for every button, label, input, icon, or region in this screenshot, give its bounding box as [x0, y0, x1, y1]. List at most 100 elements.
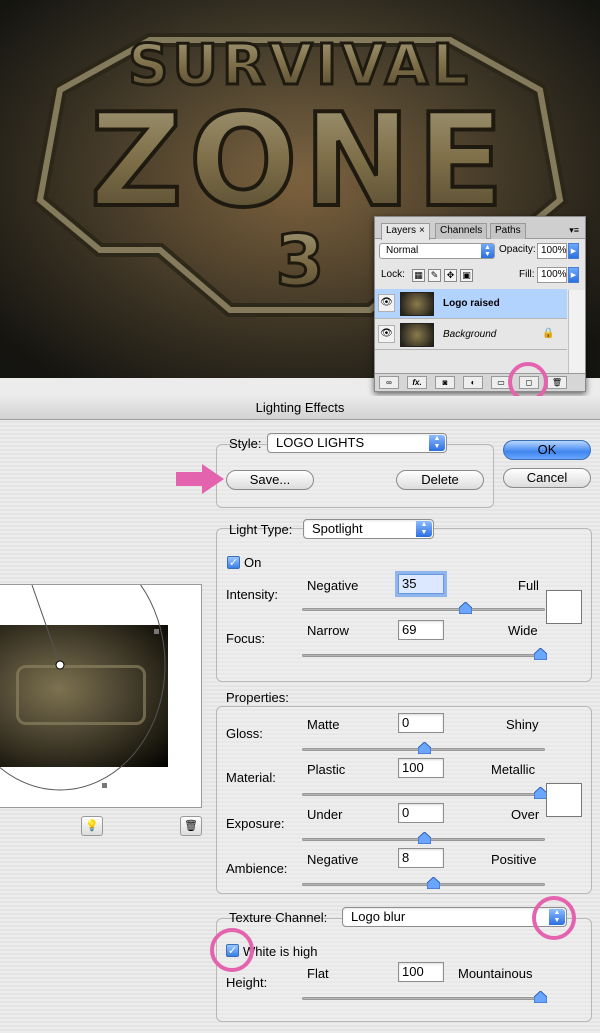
lock-transparency-icon[interactable]: ▦ [412, 269, 425, 282]
height-field[interactable]: 100 [398, 962, 444, 982]
save-button[interactable]: Save... [226, 470, 314, 490]
link-icon[interactable]: ∞ [379, 376, 399, 389]
opacity-field[interactable]: 100% [537, 243, 567, 259]
lock-all-icon[interactable]: ▣ [460, 269, 473, 282]
height-min-label: Flat [307, 966, 329, 981]
lock-label: Lock: [381, 269, 405, 280]
logo-number: 3 [276, 220, 325, 302]
ambience-min-label: Negative [307, 852, 359, 867]
lock-move-icon[interactable]: ✥ [444, 269, 457, 282]
intensity-max-label: Full [518, 578, 539, 593]
fill-slider-arrow-icon[interactable]: ▶ [568, 267, 579, 283]
focus-field[interactable]: 69 [398, 620, 444, 640]
light-direction-overlay[interactable] [0, 585, 202, 809]
lightbulb-icon[interactable]: 💡 [81, 816, 103, 836]
tab-layers-label: Layers [386, 225, 417, 236]
fx-icon[interactable]: fx. [407, 376, 427, 389]
eye-icon[interactable]: 👁 [378, 294, 395, 312]
exposure-label: Exposure: [226, 816, 285, 831]
gloss-min-label: Matte [307, 717, 340, 732]
gloss-slider-thumb[interactable] [417, 742, 431, 754]
ambience-slider-track[interactable] [302, 883, 545, 886]
material-label: Material: [226, 770, 276, 785]
layer-row-background[interactable]: 👁 Background 🔒 [375, 320, 567, 350]
focus-slider-track[interactable] [302, 654, 545, 657]
light-type-select[interactable]: Spotlight ▲ ▼ [303, 519, 434, 539]
tab-layers[interactable]: Layers × [381, 223, 430, 240]
blend-mode-value: Normal [386, 245, 419, 256]
select-arrows-icon: ▲ ▼ [429, 435, 445, 451]
material-max-label: Metallic [491, 762, 536, 777]
style-select[interactable]: LOGO LIGHTS ▲ ▼ [267, 433, 447, 453]
exposure-max-label: Over [511, 807, 540, 822]
on-label: On [244, 555, 262, 570]
height-slider-thumb[interactable] [534, 991, 547, 1003]
style-value: LOGO LIGHTS [276, 435, 365, 450]
texture-channel-label: Texture Channel: [229, 910, 328, 925]
mask-icon[interactable]: ◙ [435, 376, 455, 389]
ambience-label: Ambience: [226, 861, 288, 876]
exposure-field[interactable]: 0 [398, 803, 444, 823]
trash-icon[interactable]: 🗑 [547, 376, 567, 389]
fill-label: Fill: [519, 269, 535, 280]
texture-channel-value: Logo blur [351, 909, 406, 924]
focus-slider-thumb[interactable] [534, 648, 547, 660]
material-field[interactable]: 100 [398, 758, 444, 778]
height-slider-track[interactable] [302, 997, 545, 1000]
intensity-slider-track[interactable] [302, 608, 545, 611]
layer-thumbnail [400, 323, 434, 347]
gloss-field[interactable]: 0 [398, 713, 444, 733]
intensity-slider-thumb[interactable] [459, 602, 473, 614]
annotation-arrow [176, 464, 224, 494]
layers-panel: Layers × Channels Paths ▾≡ Normal ▲ ▼ Opac… [374, 216, 586, 392]
light-type-value: Spotlight [312, 521, 363, 536]
close-icon[interactable]: × [419, 225, 425, 236]
ambience-field[interactable]: 8 [398, 848, 444, 868]
tab-paths-label: Paths [495, 225, 521, 236]
eye-icon[interactable]: 👁 [378, 325, 395, 343]
layer-name: Logo raised [443, 298, 500, 309]
panel-menu-icon[interactable]: ▾≡ [569, 225, 579, 236]
height-max-label: Mountainous [458, 966, 533, 981]
dialog-title: Lighting Effects [0, 396, 600, 420]
layers-scrollbar[interactable] [568, 290, 585, 376]
select-arrows-icon: ▲ ▼ [481, 244, 494, 258]
ambient-color-swatch[interactable] [546, 783, 582, 817]
exposure-slider-thumb[interactable] [417, 832, 431, 844]
lock-paint-icon[interactable]: ✎ [428, 269, 441, 282]
delete-button[interactable]: Delete [396, 470, 484, 490]
lock-icon: 🔒 [542, 328, 555, 339]
annotation-circle-white-is-high [210, 928, 254, 972]
opacity-slider-arrow-icon[interactable]: ▶ [568, 243, 579, 259]
tab-channels-label: Channels [440, 225, 483, 236]
layer-name: Background [443, 329, 497, 340]
material-slider-track[interactable] [302, 793, 545, 796]
trash-icon[interactable]: 🗑 [180, 816, 202, 836]
fill-field[interactable]: 100% [537, 267, 567, 283]
focus-label: Focus: [226, 631, 266, 646]
layer-row-logo-raised[interactable]: 👁 Logo raised [375, 289, 567, 319]
lighting-effects-dialog: Lighting Effects Style: LOGO LIGHTS ▲ ▼ S… [0, 396, 600, 1033]
logo-title-zone: ZONE [90, 87, 510, 236]
intensity-min-label: Negative [307, 578, 359, 593]
layer-thumbnail [400, 292, 434, 316]
intensity-field[interactable]: 35 [398, 574, 444, 594]
layers-bottom-toolbar: ∞ fx. ◙ ◐ ▭ ◻ 🗑 [375, 373, 585, 391]
opacity-label: Opacity: [499, 244, 536, 255]
light-color-swatch[interactable] [546, 590, 582, 624]
focus-max-label: Wide [508, 623, 538, 638]
material-min-label: Plastic [307, 762, 346, 777]
ok-button[interactable]: OK [503, 440, 591, 460]
exposure-min-label: Under [307, 807, 343, 822]
cancel-button[interactable]: Cancel [503, 468, 591, 488]
focus-min-label: Narrow [307, 623, 349, 638]
gloss-max-label: Shiny [506, 717, 539, 732]
tab-paths[interactable]: Paths [490, 223, 526, 239]
ambience-slider-thumb[interactable] [426, 877, 440, 889]
annotation-circle-texture-select [532, 896, 576, 940]
preview-area[interactable] [0, 584, 202, 808]
on-checkbox[interactable]: ✓ [227, 556, 240, 569]
tab-channels[interactable]: Channels [435, 223, 488, 239]
blend-mode-select[interactable]: Normal ▲ ▼ [379, 243, 495, 259]
adjustment-icon[interactable]: ◐ [463, 376, 483, 389]
